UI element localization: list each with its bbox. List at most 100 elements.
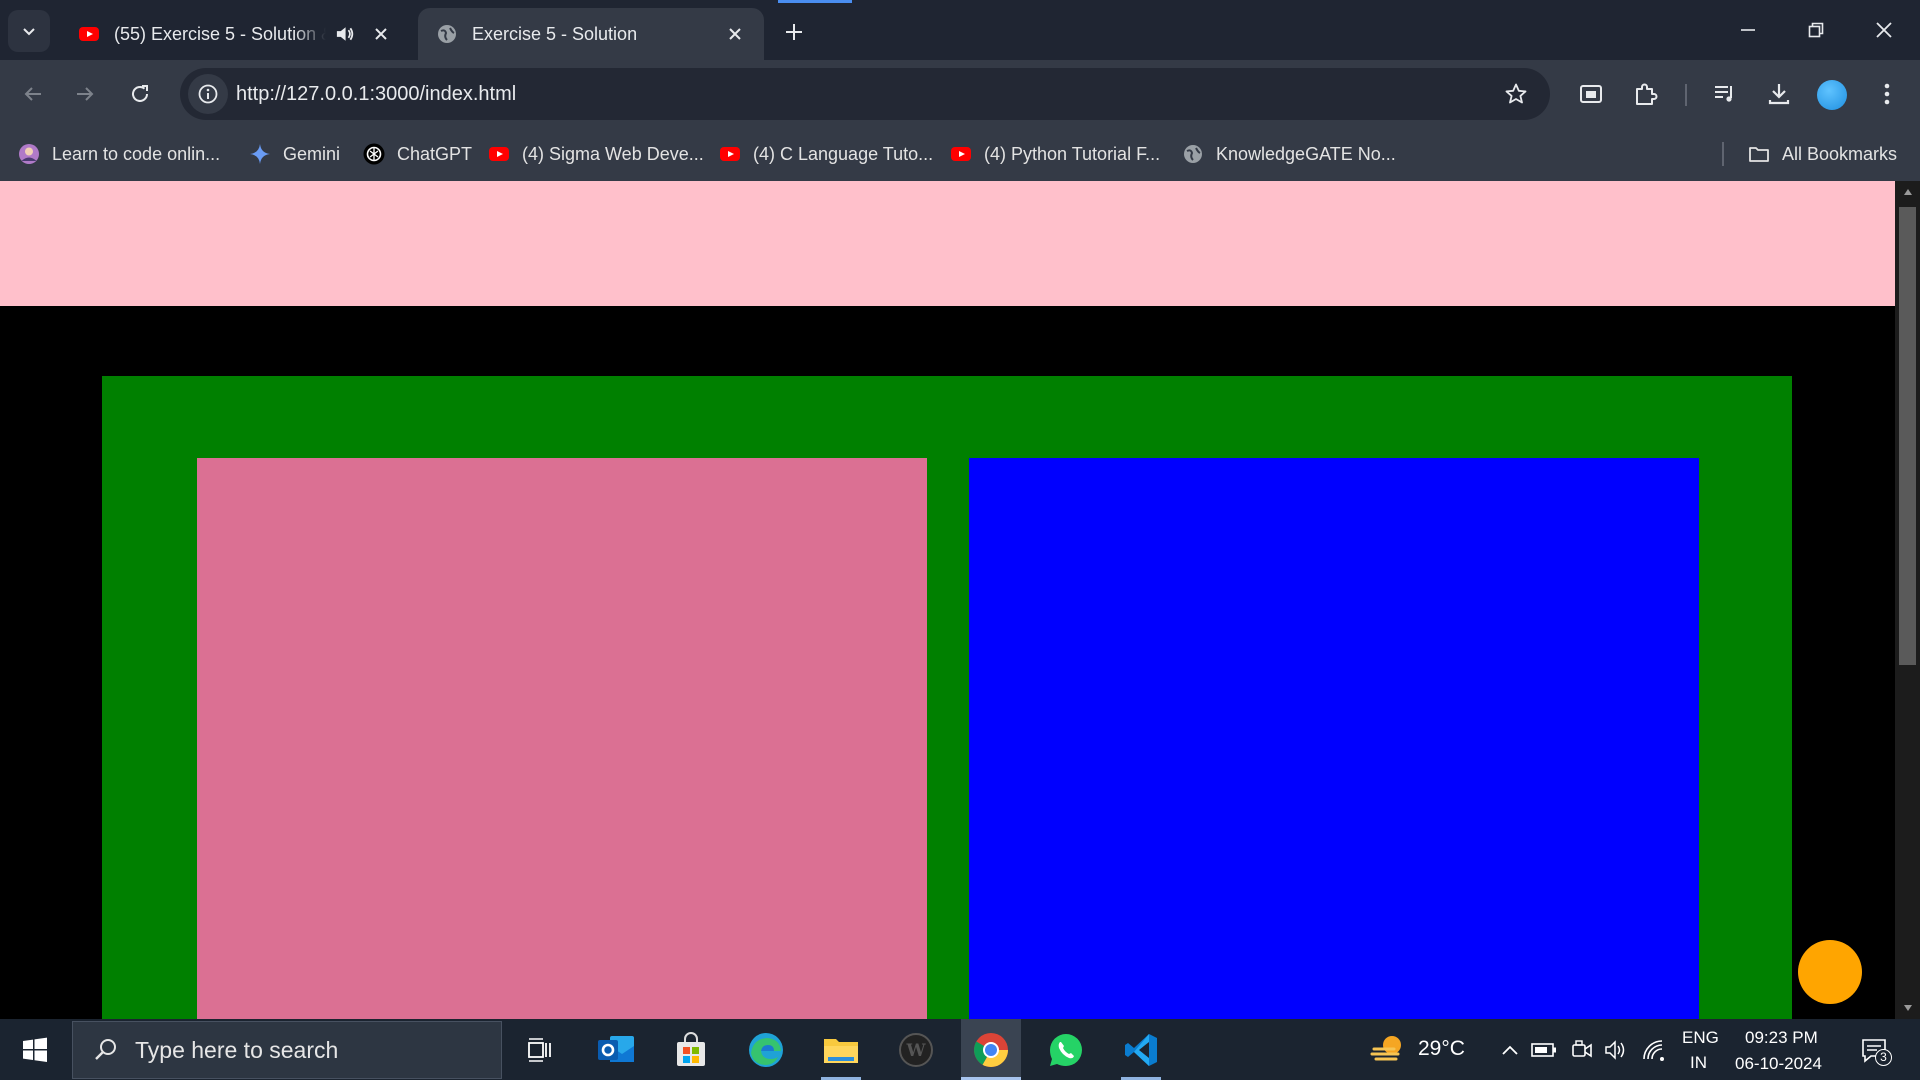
extensions-button[interactable] — [1625, 73, 1667, 115]
taskbar-vscode[interactable] — [1111, 1019, 1171, 1080]
weather-widget[interactable] — [1370, 1031, 1410, 1067]
speaker-icon — [1605, 1040, 1625, 1060]
all-bookmarks-button[interactable]: All Bookmarks — [1748, 137, 1897, 171]
forward-button[interactable] — [64, 73, 106, 115]
whatsapp-icon — [1050, 1033, 1082, 1066]
speaker-icon[interactable] — [334, 23, 355, 45]
plus-icon — [786, 24, 802, 40]
taskbar-whatsapp[interactable] — [1036, 1019, 1096, 1080]
pink-box — [197, 458, 927, 1019]
scroll-down-button[interactable] — [1895, 997, 1920, 1019]
minimize-button[interactable] — [1720, 6, 1776, 54]
network-button[interactable] — [1641, 1037, 1667, 1063]
browser-menu-button[interactable] — [1866, 73, 1908, 115]
green-container — [102, 376, 1792, 1019]
weather-sunny-haze-icon — [1370, 1036, 1401, 1061]
close-tab-icon[interactable] — [371, 23, 392, 45]
clock-date: 06-10-2024 — [1735, 1054, 1822, 1073]
arrow-left-icon — [24, 87, 41, 101]
profile-avatar[interactable] — [1817, 80, 1847, 110]
close-window-button[interactable] — [1856, 6, 1912, 54]
bookmark-learn-to-code[interactable]: Learn to code onlin... — [18, 137, 220, 171]
folder-icon — [1749, 147, 1769, 162]
globe-icon — [438, 25, 456, 43]
battery-status[interactable] — [1531, 1037, 1557, 1063]
task-view-button[interactable] — [510, 1019, 570, 1080]
clock-time: 09:23 PM — [1745, 1028, 1818, 1047]
bookmark-label: KnowledgeGATE No... — [1216, 143, 1396, 164]
tab-youtube-exercise[interactable]: (55) Exercise 5 - Solution & — [60, 8, 410, 60]
tab-exercise-solution[interactable]: Exercise 5 - Solution — [418, 8, 764, 60]
bookmark-knowledgegate[interactable]: KnowledgeGATE No... — [1182, 137, 1396, 171]
browser-toolbar: http://127.0.0.1:3000/index.html — [0, 60, 1920, 128]
scrollbar-thumb[interactable] — [1899, 207, 1916, 665]
all-bookmarks-label: All Bookmarks — [1782, 143, 1898, 164]
tab-search-button[interactable] — [8, 10, 50, 52]
start-button[interactable] — [0, 1019, 70, 1080]
downloads-button[interactable] — [1758, 73, 1800, 115]
url-text[interactable]: http://127.0.0.1:3000/index.html — [236, 68, 516, 120]
bookmark-label: (4) C Language Tuto... — [753, 143, 934, 164]
taskbar-wordpress[interactable]: W — [886, 1019, 946, 1080]
info-icon — [198, 84, 218, 104]
edge-icon — [749, 1032, 783, 1067]
picture-in-picture-button[interactable] — [1570, 73, 1612, 115]
taskbar-file-explorer[interactable] — [811, 1019, 871, 1080]
tab-title: Exercise 5 - Solution — [472, 23, 638, 44]
restore-button[interactable] — [1788, 6, 1844, 54]
toolbar-separator — [1685, 84, 1687, 106]
taskbar-edge[interactable] — [736, 1019, 796, 1080]
back-button[interactable] — [12, 73, 54, 115]
chevron-up-icon — [1502, 1045, 1518, 1055]
triangle-up-icon — [1903, 189, 1912, 195]
chevron-down-icon — [23, 28, 35, 36]
bookmark-label: ChatGPT — [397, 143, 473, 164]
windows-taskbar: W 29°C ENG IN 09:23 PM 06-10-2024 3 — [0, 1019, 1920, 1080]
restore-icon — [1808, 22, 1824, 38]
bookmark-chatgpt[interactable]: ChatGPT — [363, 137, 472, 171]
youtube-icon — [489, 147, 509, 161]
bookmarks-separator — [1722, 142, 1724, 166]
language-code: ENG — [1682, 1028, 1719, 1047]
volume-button[interactable] — [1604, 1037, 1630, 1063]
bookmark-gemini[interactable]: Gemini — [249, 137, 340, 171]
chatgpt-icon — [363, 143, 385, 165]
weather-temperature[interactable]: 29°C — [1418, 1037, 1465, 1061]
globe-icon — [1184, 145, 1202, 163]
taskbar-microsoft-store[interactable] — [661, 1019, 721, 1080]
wordpress-icon: W — [899, 1032, 933, 1067]
page-viewport — [0, 181, 1895, 1019]
bookmark-sigma-web-dev[interactable]: (4) Sigma Web Deve... — [488, 137, 704, 171]
clock[interactable]: 09:23 PM 06-10-2024 — [1730, 1027, 1834, 1073]
bookmark-label: (4) Sigma Web Deve... — [522, 143, 704, 164]
site-info-button[interactable] — [188, 74, 228, 114]
new-tab-button[interactable] — [776, 14, 812, 50]
close-tab-icon[interactable] — [724, 23, 746, 45]
input-language-indicator[interactable]: ENG IN — [1680, 1027, 1719, 1073]
more-vertical-icon — [1884, 83, 1890, 105]
youtube-icon — [951, 147, 971, 161]
gemini-icon — [250, 144, 270, 164]
vscode-icon — [1125, 1033, 1157, 1066]
taskbar-outlook[interactable] — [586, 1019, 646, 1080]
task-view-icon — [528, 1037, 551, 1062]
taskbar-search-box[interactable] — [72, 1021, 502, 1079]
scroll-up-button[interactable] — [1895, 181, 1920, 203]
taskbar-chrome[interactable] — [961, 1019, 1021, 1080]
bookmark-python-tutorial[interactable]: (4) Python Tutorial F... — [950, 137, 1160, 171]
search-input[interactable] — [135, 1036, 435, 1064]
reload-button[interactable] — [119, 73, 161, 115]
loading-indicator — [778, 0, 852, 3]
bookmark-c-language[interactable]: (4) C Language Tuto... — [719, 137, 933, 171]
bookmark-label: (4) Python Tutorial F... — [984, 143, 1161, 164]
svg-text:W: W — [905, 1041, 926, 1061]
media-controls-button[interactable] — [1704, 73, 1746, 115]
address-bar[interactable]: http://127.0.0.1:3000/index.html — [180, 68, 1550, 120]
triangle-down-icon — [1903, 1005, 1912, 1011]
show-hidden-icons-button[interactable] — [1497, 1037, 1523, 1063]
notification-center-button[interactable]: 3 — [1857, 1035, 1893, 1067]
bookmark-star-button[interactable] — [1500, 78, 1532, 110]
vertical-scrollbar[interactable] — [1895, 181, 1920, 1019]
minimize-icon — [1741, 29, 1755, 31]
meet-now-button[interactable] — [1569, 1037, 1595, 1063]
